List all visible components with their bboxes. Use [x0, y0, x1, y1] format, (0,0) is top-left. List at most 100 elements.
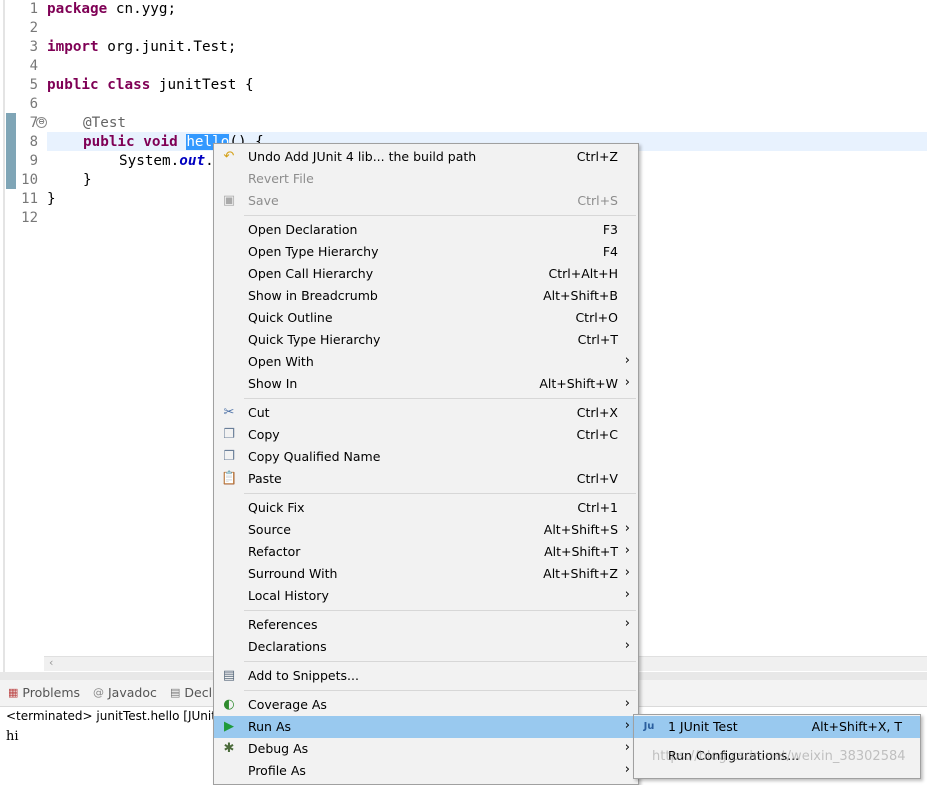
menu-separator	[244, 215, 636, 216]
static-field: out	[179, 153, 206, 169]
editor-left-border	[3, 0, 5, 672]
cut-icon: ✂	[223, 405, 235, 420]
menu-item-label: Profile As	[248, 763, 306, 778]
code-line: import org.junit.Test;	[47, 38, 236, 57]
line-number: 6	[29, 96, 38, 112]
menu-item-open-declaration[interactable]: Open Declaration F3	[214, 219, 638, 241]
code-fragment: cn.yyg;	[107, 1, 177, 17]
menu-item-shortcut: Ctrl+T	[577, 332, 618, 347]
keyword: class	[107, 77, 151, 93]
junit-icon: Ju	[643, 721, 655, 732]
menu-item-quick-type-hierarchy[interactable]: Quick Type Hierarchy Ctrl+T	[214, 329, 638, 351]
code-line: }	[83, 172, 92, 188]
menu-item-label: Copy	[248, 427, 280, 442]
menu-item-show-in[interactable]: Show In Alt+Shift+W ›	[214, 373, 638, 395]
menu-item-label: Undo Add JUnit 4 lib... the build path	[248, 149, 477, 164]
submenu-arrow-icon: ›	[624, 587, 630, 602]
menu-item-undo[interactable]: ↶ Undo Add JUnit 4 lib... the build path…	[214, 146, 638, 168]
menu-item-quick-outline[interactable]: Quick Outline Ctrl+O	[214, 307, 638, 329]
menu-item-shortcut: Alt+Shift+S	[543, 522, 618, 537]
menu-item-shortcut: Ctrl+X	[576, 405, 618, 420]
code-line: package cn.yyg;	[47, 0, 176, 19]
watermark: https://blog.csdn.net/weixin_38302584	[652, 749, 906, 764]
save-icon: ▣	[222, 193, 236, 208]
submenu-item-junit-test[interactable]: Ju 1 JUnit Test Alt+Shift+X, T	[634, 716, 920, 738]
menu-item-surround-with[interactable]: Surround With Alt+Shift+Z ›	[214, 563, 638, 585]
submenu-arrow-icon: ›	[624, 740, 630, 755]
menu-item-label: Refactor	[248, 544, 301, 559]
menu-item-refactor[interactable]: Refactor Alt+Shift+T ›	[214, 541, 638, 563]
menu-item-copy-qualified-name[interactable]: ❐ Copy Qualified Name	[214, 446, 638, 468]
menu-item-coverage-as[interactable]: ◐ Coverage As ›	[214, 694, 638, 716]
menu-item-add-to-snippets[interactable]: ▤ Add to Snippets...	[214, 665, 638, 687]
menu-separator	[244, 493, 636, 494]
submenu-arrow-icon: ›	[624, 375, 630, 390]
run-icon: ▶	[224, 719, 234, 734]
snippets-icon: ▤	[222, 668, 236, 683]
submenu-arrow-icon: ›	[624, 521, 630, 536]
menu-item-label: Cut	[248, 405, 270, 420]
menu-item-declarations[interactable]: Declarations ›	[214, 636, 638, 658]
menu-item-shortcut: Alt+Shift+B	[543, 288, 618, 303]
menu-item-shortcut: Ctrl+Alt+H	[548, 266, 618, 281]
submenu-arrow-icon: ›	[624, 616, 630, 631]
menu-separator	[244, 610, 636, 611]
scroll-left-icon[interactable]: ‹	[49, 656, 53, 669]
submenu-arrow-icon: ›	[624, 353, 630, 368]
quick-diff-ruler	[6, 0, 16, 660]
keyword: import	[47, 39, 99, 55]
menu-item-label: Debug As	[248, 741, 309, 756]
menu-item-paste[interactable]: 📋 Paste Ctrl+V	[214, 468, 638, 490]
menu-item-revert-file: Revert File	[214, 168, 638, 190]
annotation: @Test	[83, 115, 127, 131]
tab-javadoc[interactable]: @ Javadoc	[93, 685, 157, 700]
menu-item-open-call-hierarchy[interactable]: Open Call Hierarchy Ctrl+Alt+H	[214, 263, 638, 285]
menu-item-copy[interactable]: ❐ Copy Ctrl+C	[214, 424, 638, 446]
tab-declaration[interactable]: ▤ Decl	[170, 685, 212, 700]
tab-label: Javadoc	[108, 685, 157, 700]
line-number: 10	[21, 172, 38, 188]
console-output: hi	[6, 729, 19, 744]
line-number: 3	[29, 39, 38, 55]
menu-item-label: Open Type Hierarchy	[248, 244, 379, 259]
menu-item-quick-fix[interactable]: Quick Fix Ctrl+1	[214, 497, 638, 519]
menu-item-label: Paste	[248, 471, 282, 486]
line-number: 11	[21, 191, 38, 207]
menu-item-label: Show In	[248, 376, 298, 391]
menu-item-show-in-breadcrumb[interactable]: Show in Breadcrumb Alt+Shift+B	[214, 285, 638, 307]
menu-item-shortcut: Alt+Shift+Z	[543, 566, 618, 581]
menu-item-cut[interactable]: ✂ Cut Ctrl+X	[214, 402, 638, 424]
menu-item-label: Open Call Hierarchy	[248, 266, 374, 281]
tab-label: Decl	[184, 685, 213, 700]
line-number: 8	[29, 134, 38, 150]
code-line: }	[47, 191, 56, 207]
tab-label: Problems	[22, 685, 81, 700]
menu-item-source[interactable]: Source Alt+Shift+S ›	[214, 519, 638, 541]
menu-item-run-as[interactable]: ▶ Run As ›	[214, 716, 638, 738]
menu-item-label: Quick Outline	[248, 310, 333, 325]
line-number: 1	[29, 1, 38, 17]
menu-item-profile-as[interactable]: Profile As ›	[214, 760, 638, 782]
menu-item-open-with[interactable]: Open With ›	[214, 351, 638, 373]
menu-item-references[interactable]: References ›	[214, 614, 638, 636]
menu-item-label: Revert File	[248, 171, 314, 186]
menu-item-shortcut: Ctrl+O	[575, 310, 618, 325]
menu-item-label: Open Declaration	[248, 222, 358, 237]
menu-item-shortcut: Ctrl+1	[577, 500, 618, 515]
menu-item-open-type-hierarchy[interactable]: Open Type Hierarchy F4	[214, 241, 638, 263]
submenu-arrow-icon: ›	[624, 638, 630, 653]
problems-icon: ▦	[8, 686, 19, 699]
menu-item-shortcut: Alt+Shift+X, T	[811, 719, 902, 734]
submenu-arrow-icon: ›	[624, 565, 630, 580]
menu-item-label: Quick Fix	[248, 500, 305, 515]
menu-item-shortcut: Alt+Shift+W	[539, 376, 618, 391]
menu-item-debug-as[interactable]: ✱ Debug As ›	[214, 738, 638, 760]
menu-item-local-history[interactable]: Local History ›	[214, 585, 638, 607]
fold-collapse-icon[interactable]: ⊖	[36, 117, 47, 128]
tab-problems[interactable]: ▦ Problems	[8, 685, 80, 700]
menu-item-label: Source	[248, 522, 291, 537]
menu-item-label: Coverage As	[248, 697, 327, 712]
menu-separator	[244, 661, 636, 662]
menu-item-label: Show in Breadcrumb	[248, 288, 378, 303]
menu-item-shortcut: Ctrl+V	[576, 471, 618, 486]
